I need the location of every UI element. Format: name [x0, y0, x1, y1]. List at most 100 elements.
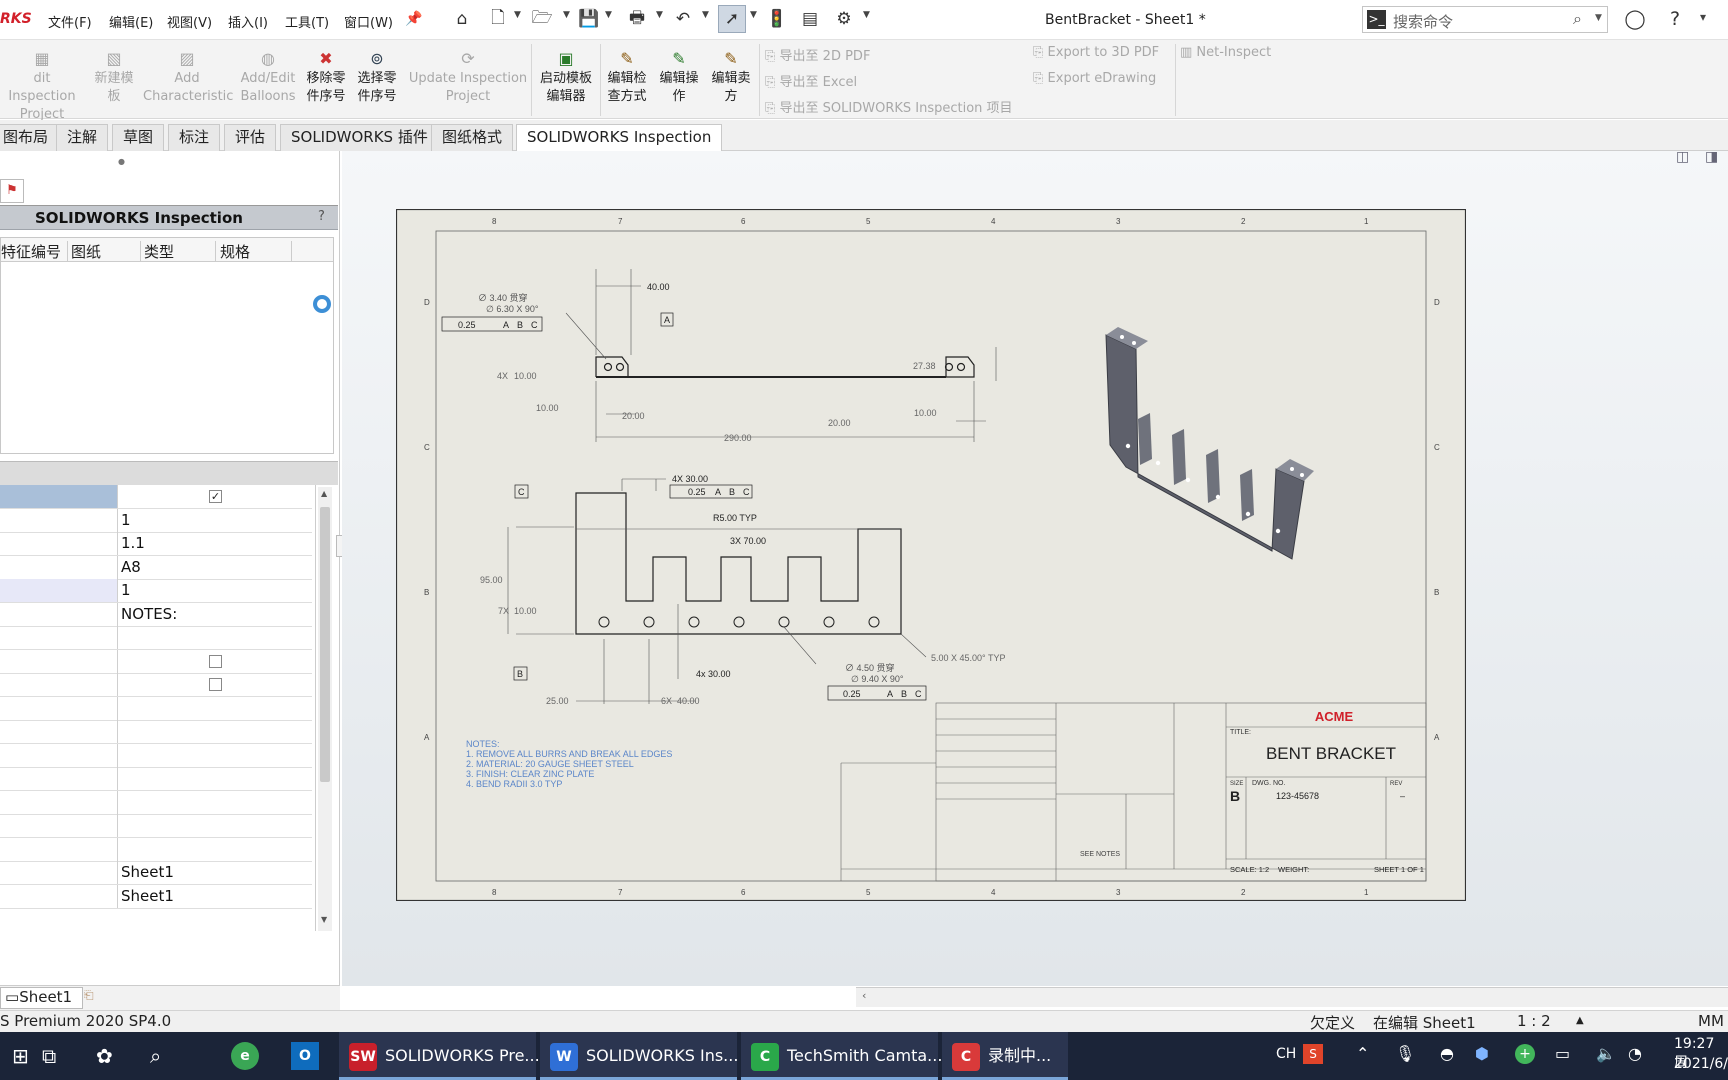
update-inspection-project-button[interactable]: ⟳ Update Inspection Project: [408, 48, 528, 106]
countersink-callout-1[interactable]: ∅ 6.30 X 90°: [486, 304, 539, 314]
search-icon[interactable]: ⌕: [1573, 9, 1582, 29]
print-icon[interactable]: 🖶: [626, 8, 648, 30]
radius-callout[interactable]: R5.00 TYP: [713, 513, 757, 523]
export-2d-pdf-button[interactable]: ⎘ 导出至 2D PDF: [765, 45, 870, 64]
property-row[interactable]: [0, 743, 312, 768]
tab-view-layout[interactable]: 图布局: [0, 124, 60, 151]
property-row[interactable]: A8: [0, 555, 312, 580]
export-3d-pdf-button[interactable]: ⎘ Export to 3D PDF: [1033, 45, 1159, 60]
property-value[interactable]: Sheet1: [121, 863, 174, 881]
traffic-light-icon[interactable]: 🚦: [766, 8, 788, 30]
tab-solidworks-addins[interactable]: SOLIDWORKS 插件: [280, 124, 439, 151]
dimension-3x-70[interactable]: 3X 70.00: [730, 536, 766, 546]
property-checkbox[interactable]: [209, 678, 222, 691]
sheet-scale[interactable]: 1 : 2: [1517, 1012, 1551, 1030]
ime-icon[interactable]: S: [1303, 1044, 1323, 1064]
taskbar-app-inspection[interactable]: W SOLIDWORKS Ins...: [540, 1032, 738, 1080]
scroll-thumb[interactable]: [320, 507, 330, 782]
property-row[interactable]: NOTES:: [0, 602, 312, 627]
column-header[interactable]: 特征编号: [1, 241, 68, 262]
property-row[interactable]: [0, 767, 312, 791]
taskbar-app-recorder[interactable]: C 录制中...: [942, 1032, 1068, 1080]
options-gear-icon[interactable]: ⚙: [833, 8, 855, 30]
command-search[interactable]: >_ 搜索命令 ⌕ ▼: [1362, 6, 1608, 33]
export-excel-button[interactable]: ⎘ 导出至 Excel: [765, 71, 857, 90]
chevron-up-icon[interactable]: ⌃: [1356, 1044, 1369, 1063]
help-icon[interactable]: ?: [1664, 8, 1686, 30]
select-pointer-icon[interactable]: ➚: [718, 5, 746, 33]
property-row[interactable]: [0, 673, 312, 697]
security-icon[interactable]: ⬢: [1475, 1044, 1489, 1063]
qq-icon[interactable]: ◓: [1440, 1044, 1454, 1063]
countersink-callout-2[interactable]: ∅ 9.40 X 90°: [851, 674, 904, 684]
dimension-4x[interactable]: 4X: [497, 371, 508, 381]
property-row[interactable]: [0, 814, 312, 838]
chevron-down-icon[interactable]: ▼: [750, 10, 757, 20]
add-edit-balloons-button[interactable]: ◍ Add/Edit Balloons: [237, 48, 299, 106]
tab-sketch[interactable]: 草图: [112, 124, 165, 151]
chevron-down-icon[interactable]: ▼: [514, 10, 521, 20]
dimension-6x[interactable]: 6X: [661, 696, 672, 706]
drawing-sheet[interactable]: 8 7 6 5 4 3 2 1 8 7 6 5 4 3 2 1 D C B A …: [396, 209, 1466, 901]
property-value[interactable]: 1: [121, 581, 131, 599]
property-row[interactable]: [0, 720, 312, 744]
property-value[interactable]: 1.1: [121, 534, 145, 552]
chevron-down-icon[interactable]: ▼: [656, 10, 663, 20]
property-row[interactable]: Sheet1: [0, 861, 312, 885]
scroll-down-icon[interactable]: ▼: [321, 915, 327, 924]
taskbar-app-camtasia[interactable]: C TechSmith Camta...: [741, 1032, 942, 1080]
input-language[interactable]: CH: [1276, 1046, 1296, 1062]
dimension-20-a[interactable]: 20.00: [622, 411, 645, 421]
help-icon[interactable]: ?: [318, 209, 325, 224]
property-row[interactable]: ✓: [0, 485, 312, 509]
outlook-icon[interactable]: O: [291, 1042, 319, 1070]
new-document-icon[interactable]: 🗋: [487, 8, 509, 30]
property-value[interactable]: Sheet1: [121, 887, 174, 905]
menu-edit[interactable]: 编辑(E): [109, 12, 153, 31]
menu-window[interactable]: 窗口(W): [344, 12, 393, 31]
chevron-up-icon[interactable]: ▲: [1576, 1015, 1584, 1026]
property-row[interactable]: Sheet1: [0, 884, 312, 909]
task-view-icon[interactable]: ⧉: [42, 1044, 56, 1068]
property-value[interactable]: NOTES:: [121, 605, 177, 623]
open-folder-icon[interactable]: 🗁: [531, 8, 553, 30]
dimension-40-b[interactable]: 40.00: [677, 696, 700, 706]
restore-panel-icon[interactable]: ◫: [1676, 149, 1689, 165]
property-value[interactable]: A8: [121, 558, 141, 576]
dimension-4x-30[interactable]: 4X 30.00: [672, 474, 708, 484]
chevron-down-icon[interactable]: ▼: [563, 10, 570, 20]
dimension-20-b[interactable]: 20.00: [828, 418, 851, 428]
launch-template-editor-button[interactable]: ▣ 启动模板 编辑器: [534, 48, 598, 106]
scroll-up-icon[interactable]: ▲: [321, 489, 327, 498]
property-row[interactable]: [0, 837, 312, 862]
user-account-icon[interactable]: ◯: [1624, 8, 1646, 30]
property-row[interactable]: [0, 626, 312, 650]
taskbar-app-solidworks[interactable]: SW SOLIDWORKS Pre...: [339, 1032, 540, 1080]
settings-icon[interactable]: ✿: [96, 1044, 113, 1068]
add-sheet-icon[interactable]: ⎗: [84, 988, 94, 1003]
file-properties-icon[interactable]: ▤: [799, 8, 821, 30]
property-row[interactable]: [0, 696, 312, 721]
close-panel-icon[interactable]: ◨: [1705, 149, 1718, 165]
column-header[interactable]: 规格: [220, 241, 292, 262]
export-edrawing-button[interactable]: ⎘ Export eDrawing: [1033, 71, 1156, 86]
property-row[interactable]: 1: [0, 579, 312, 603]
property-row[interactable]: [0, 649, 312, 674]
edit-inspection-project-button[interactable]: ▦ dit Inspection Project: [0, 48, 84, 124]
dimension-10-b[interactable]: 10.00: [536, 403, 559, 413]
dimension-40[interactable]: 40.00: [647, 282, 670, 292]
property-value[interactable]: 1: [121, 511, 131, 529]
net-inspect-button[interactable]: ▥ Net-Inspect: [1180, 45, 1271, 60]
sync-icon[interactable]: +: [1515, 1044, 1535, 1064]
menu-tools[interactable]: 工具(T): [285, 12, 329, 31]
property-scrollbar[interactable]: ▲ ▼: [318, 487, 332, 931]
start-menu-icon[interactable]: ⊞: [12, 1044, 29, 1068]
save-icon[interactable]: 💾: [578, 8, 600, 30]
menu-insert[interactable]: 插入(I): [228, 12, 268, 31]
select-balloon-button[interactable]: ⊚ 选择零 件序号: [353, 48, 401, 106]
chevron-down-icon[interactable]: ▾: [1700, 10, 1706, 24]
units[interactable]: MM: [1698, 1012, 1724, 1030]
chamfer-callout[interactable]: 5.00 X 45.00° TYP: [931, 653, 1005, 663]
tab-markup[interactable]: 标注: [168, 124, 221, 151]
menu-file[interactable]: 文件(F): [48, 12, 92, 31]
